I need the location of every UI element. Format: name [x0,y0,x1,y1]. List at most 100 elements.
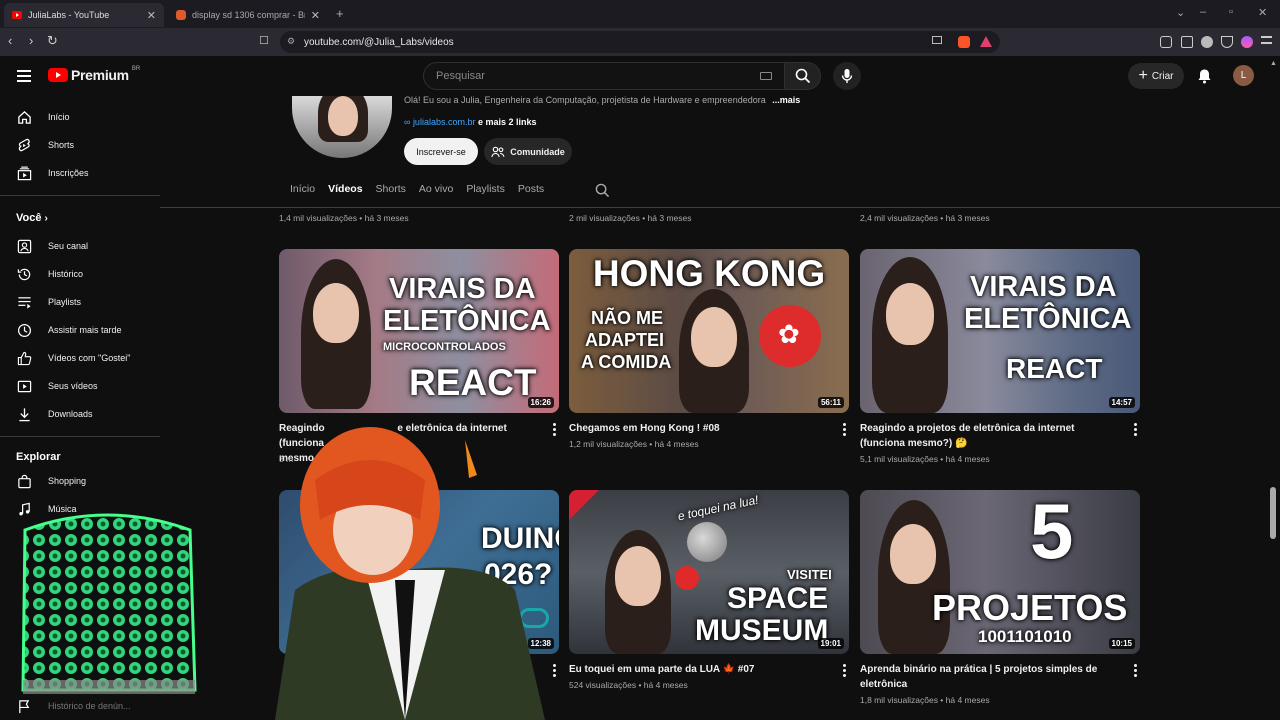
sidebar-item-inicio[interactable]: Início [0,103,160,131]
site-info-icon[interactable]: ⚙ [287,36,295,47]
video-menu-icon[interactable] [843,664,847,679]
video-menu-icon[interactable] [1134,664,1138,679]
sidebar-divider [0,436,160,437]
community-button[interactable]: Comunidade [484,138,572,165]
thumb-text: VISITEI [787,567,832,582]
tab-list-chevron-icon[interactable]: ⌄ [1176,6,1185,19]
leo-ai-icon[interactable] [1201,36,1213,48]
browser-tab-bar: JuliaLabs - YouTube ✕ display sd 1306 co… [0,0,1280,28]
chevron-right-icon: › [44,213,48,224]
sidebar-item-seus-videos[interactable]: Seus vídeos [0,372,160,400]
create-button[interactable]: + Criar [1128,63,1184,89]
sidebar-item-label: Início [48,112,70,122]
browser-tab-brave-search[interactable]: display sd 1306 comprar - Brave Sear ✕ [168,3,328,27]
video-title[interactable]: Eu toquei em uma parte da LUA 🍁 #07 [569,662,829,677]
sidebar-item-historico[interactable]: Histórico [0,260,160,288]
close-tab-icon[interactable]: ✕ [147,9,156,22]
youtube-favicon-icon [12,11,22,19]
url-field[interactable]: ⚙ youtube.com/@Julia_Labs/videos [280,31,1000,53]
tab-inicio[interactable]: Início [290,183,315,203]
extension-icon[interactable] [1241,36,1253,48]
description-more[interactable]: ...mais [772,95,800,105]
voice-search-button[interactable] [833,62,861,90]
your-videos-icon [17,379,32,394]
video-menu-icon[interactable] [1134,423,1138,438]
close-window-icon[interactable]: ✕ [1258,6,1267,19]
thumb-text: ELETÔNICA [964,303,1132,335]
video-title[interactable]: Reagindo a projetos de eletrônica da int… [860,421,1120,451]
sidebar-item-label: Shopping [48,476,87,486]
channel-link[interactable]: julialabs.com.br [413,117,476,127]
sidebar-item-label: Assistir mais tarde [48,325,122,335]
flag-icon [17,699,32,714]
tab-shorts[interactable]: Shorts [376,183,406,203]
subscribe-button[interactable]: Inscrever-se [404,138,478,165]
browser-tab-youtube[interactable]: JuliaLabs - YouTube ✕ [4,3,164,27]
channel-search-icon[interactable] [595,183,610,198]
thumb-text: REACT [1006,353,1103,384]
sidebar-toggle-icon[interactable] [1160,36,1172,48]
download-icon [17,407,32,422]
forward-icon[interactable]: › [29,34,33,48]
channel-description[interactable]: Olá! Eu sou a Julia, Engenheira da Compu… [404,95,800,105]
vpn-shield-icon[interactable] [1221,36,1233,48]
video-duration: 56:11 [817,397,844,408]
scroll-up-arrow-icon[interactable]: ▲ [1270,60,1277,67]
description-text: Olá! Eu sou a Julia, Engenheira da Compu… [404,95,766,105]
tab-videos[interactable]: Vídeos [328,183,362,203]
new-tab-icon[interactable]: + [336,6,344,21]
tab-label: JuliaLabs - YouTube [28,10,110,20]
browser-menu-icon[interactable] [1261,36,1272,44]
video-thumbnail[interactable]: ✿ HONG KONG NÃO ME ADAPTEI A COMIDA 56:1… [569,249,849,413]
search-button[interactable] [785,62,821,90]
search-input[interactable]: Pesquisar [423,62,785,90]
thumb-text: SPACE [727,582,829,615]
moon-image [687,522,727,562]
notifications-bell-icon[interactable] [1197,68,1212,84]
video-thumbnail[interactable]: VIRAIS DA ELETÔNICA REACT 14:57 [860,249,1140,413]
channel-avatar[interactable] [292,96,392,158]
sidebar-item-playlists[interactable]: Playlists [0,288,160,316]
wallet-icon[interactable] [1181,36,1193,48]
sidebar-item-downloads[interactable]: Downloads [0,400,160,428]
video-thumbnail[interactable]: VIRAIS DA ELETÔNICA MICROCONTROLADOS REA… [279,249,559,413]
search-placeholder: Pesquisar [436,70,485,82]
tab-posts[interactable]: Posts [518,183,544,203]
bookmark-icon[interactable]: ☐ [259,34,269,48]
sidebar-item-seu-canal[interactable]: Seu canal [0,232,160,260]
minimize-icon[interactable]: – [1200,6,1206,18]
channel-links: ∞ julialabs.com.br e mais 2 links [404,117,537,127]
youtube-premium-logo[interactable]: Premium BR [48,66,140,83]
back-icon[interactable]: ‹ [8,34,12,48]
sidebar-item-shorts[interactable]: Shorts [0,131,160,159]
brave-rewards-icon[interactable] [980,36,992,47]
reload-icon[interactable]: ↻ [47,34,58,48]
sidebar-item-inscricoes[interactable]: Inscrições [0,159,160,187]
like-icon [17,351,32,366]
more-links[interactable]: e mais 2 links [478,117,537,127]
tab-ao-vivo[interactable]: Ao vivo [419,183,453,203]
maximize-icon[interactable]: ▫ [1229,6,1233,18]
keyboard-icon[interactable] [760,72,772,80]
video-title[interactable]: Aprenda binário na prática | 5 projetos … [860,662,1120,692]
close-tab-icon[interactable]: ✕ [311,9,320,22]
video-meta: 2 mil visualizações • há 3 meses [569,213,692,223]
video-thumbnail[interactable]: 5 PROJETOS 1001101010 10:15 [860,490,1140,654]
video-thumbnail[interactable]: e toquei na lua! VISITEI SPACE MUSEUM 19… [569,490,849,654]
cast-icon[interactable] [932,36,942,44]
sidebar-item-assistir-mais-tarde[interactable]: Assistir mais tarde [0,316,160,344]
tab-playlists[interactable]: Playlists [466,183,505,203]
thumb-text: ADAPTEI [585,330,665,350]
sidebar-you-heading[interactable]: Você › [16,212,48,224]
page-scrollbar-thumb[interactable] [1270,487,1276,539]
video-menu-icon[interactable] [843,423,847,438]
sidebar-item-shopping[interactable]: Shopping [0,467,160,495]
thumb-text: MUSEUM [695,614,829,647]
guide-menu-icon[interactable] [17,70,31,85]
brave-shields-icon[interactable] [958,36,970,48]
brave-favicon-icon [176,10,186,20]
thumb-text: REACT [409,362,537,403]
account-avatar[interactable]: L [1233,65,1254,86]
video-title[interactable]: Chegamos em Hong Kong ! #08 [569,421,829,436]
sidebar-item-videos-gostei[interactable]: Vídeos com "Gostei" [0,344,160,372]
